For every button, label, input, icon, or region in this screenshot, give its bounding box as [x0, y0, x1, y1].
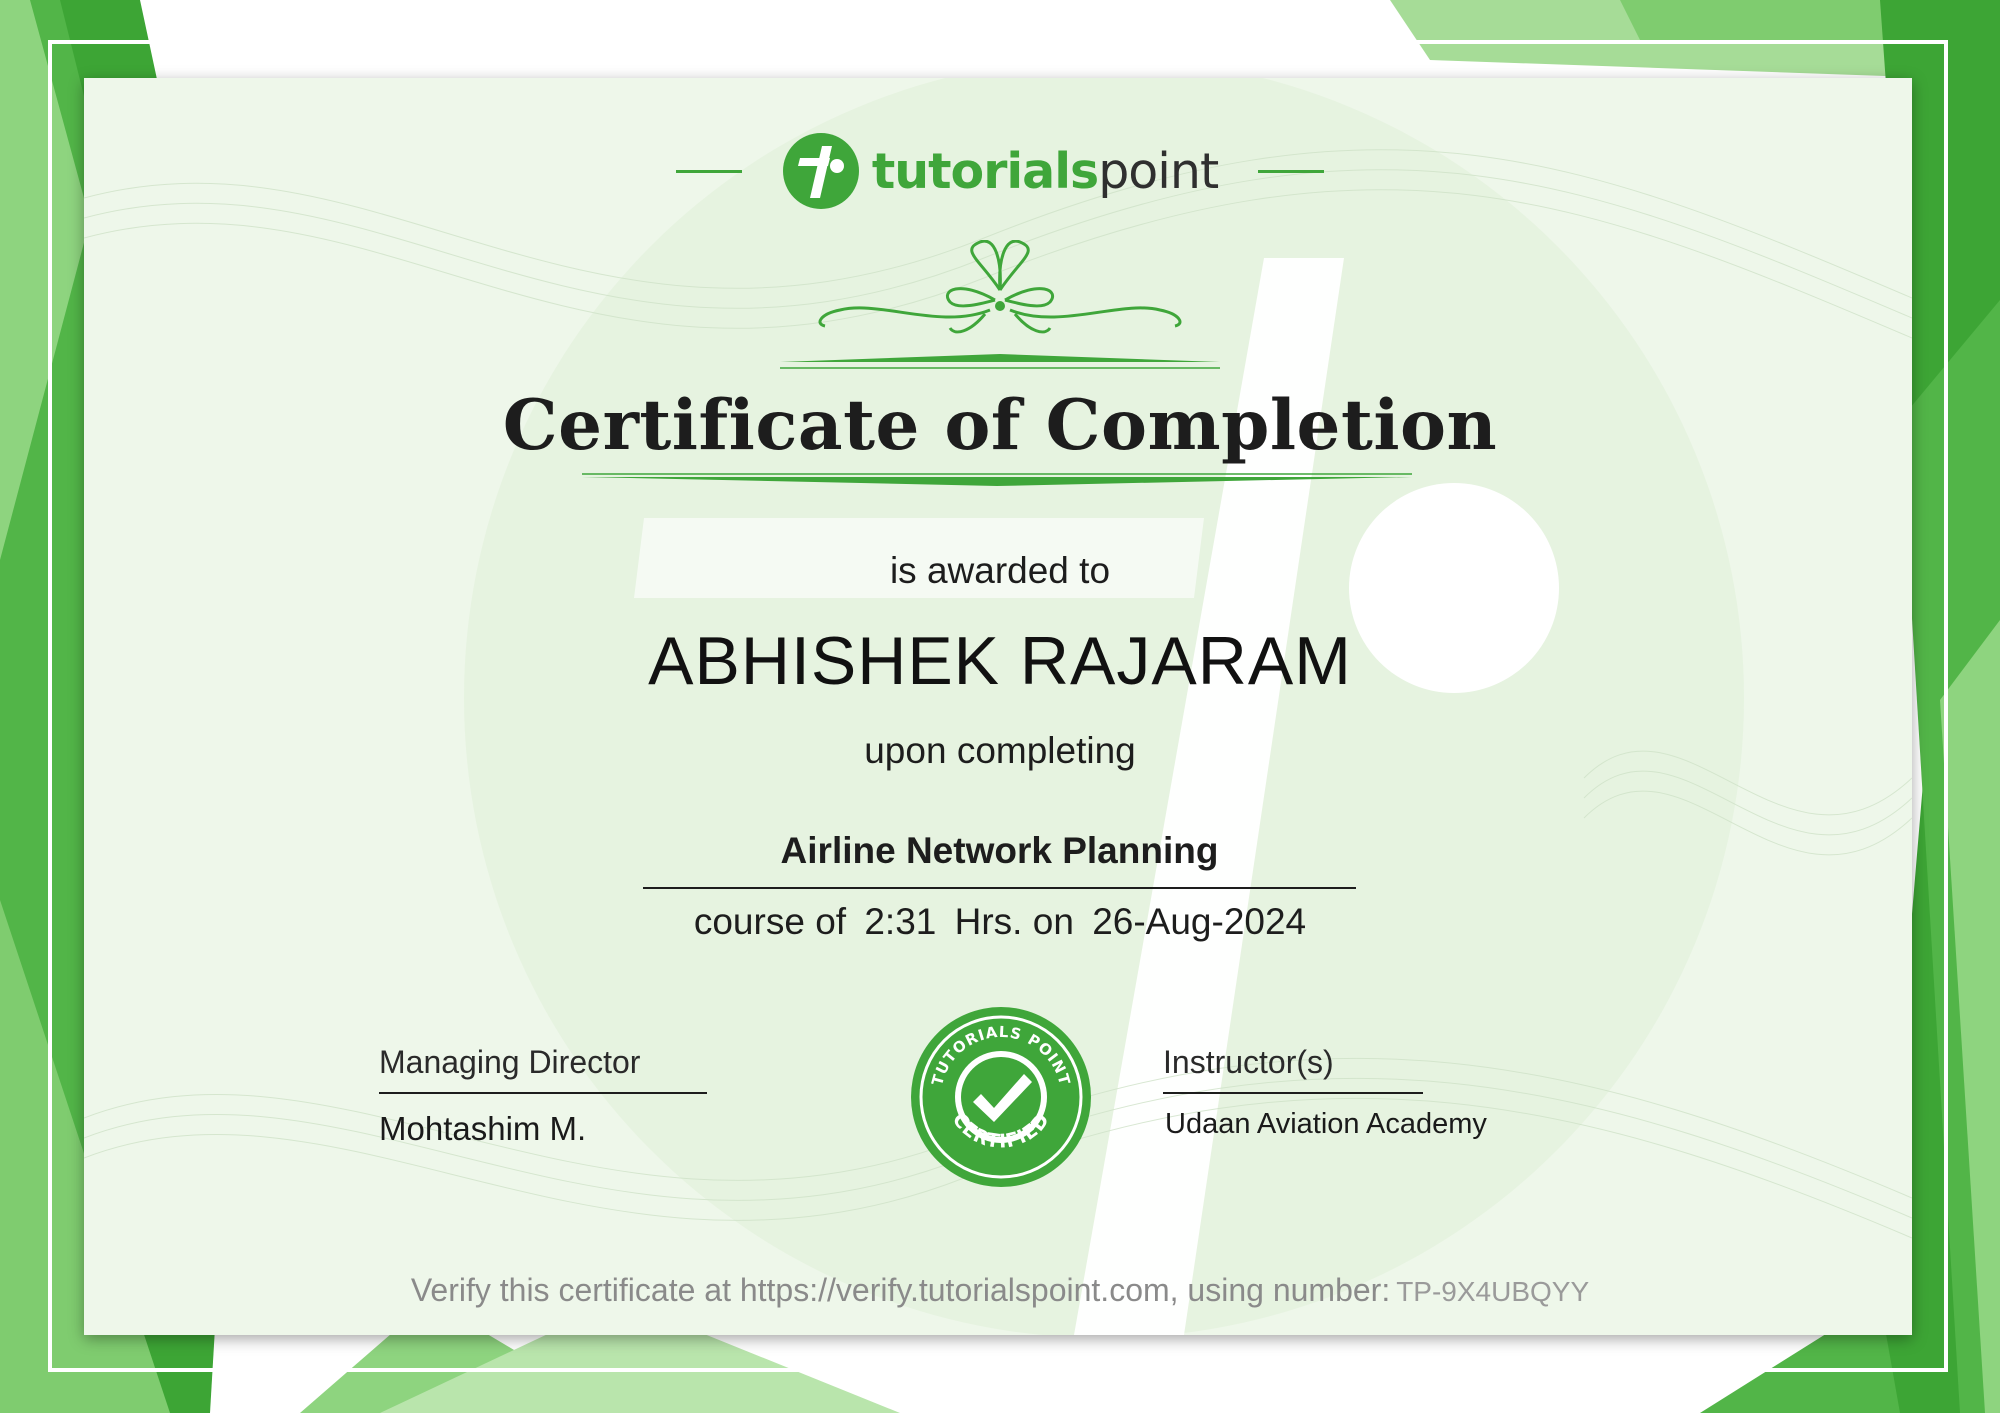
signature-left-name: Mohtashim M.: [379, 1110, 587, 1147]
brand-wordmark: tutorialspoint: [871, 142, 1219, 200]
certificate-title: Certificate of Completion: [502, 385, 1498, 466]
certified-seal: TUTORIALS POINT CERTIFIED: [911, 1007, 1091, 1187]
title-underline-ornament: [582, 473, 1412, 486]
course-duration: 2:31: [864, 901, 937, 942]
completion-date: 26-Aug-2024: [1092, 901, 1307, 942]
certificate-number: TP-9X4UBQYY: [1396, 1276, 1590, 1307]
course-duration-line: course of 2:31 Hrs. on 26-Aug-2024: [0, 901, 2000, 943]
brand-name-regular: point: [1098, 142, 1219, 200]
signature-left-title: Managing Director: [379, 1044, 641, 1080]
signature-right-rule: [1163, 1092, 1423, 1094]
tutorialspoint-logo-icon: [782, 133, 859, 209]
signature-right-title: Instructor(s): [1163, 1044, 1334, 1080]
course-name: Airline Network Planning: [780, 830, 1219, 871]
brand-name-bold: tutorials: [871, 142, 1099, 200]
logo-right-dash: [1258, 169, 1325, 173]
logo-left-dash: [675, 169, 742, 173]
recipient-name: ABHISHEK RAJARAM: [648, 623, 1352, 699]
verification-text: Verify this certificate at https://verif…: [410, 1272, 1391, 1308]
course-of-text: course of: [693, 901, 847, 942]
hrs-on-text: Hrs. on: [954, 901, 1074, 942]
signature-right-name: Udaan Aviation Academy: [1165, 1108, 1487, 1140]
verification-line: Verify this certificate at https://verif…: [0, 1272, 2000, 1309]
upon-completing-text: upon completing: [864, 730, 1136, 771]
brand-logo: tutorialspoint: [0, 132, 2000, 210]
awarded-to-text: is awarded to: [889, 550, 1111, 591]
signature-left-rule: [379, 1092, 707, 1094]
course-underline: [643, 887, 1356, 889]
flourish-ornament: [780, 240, 1220, 369]
